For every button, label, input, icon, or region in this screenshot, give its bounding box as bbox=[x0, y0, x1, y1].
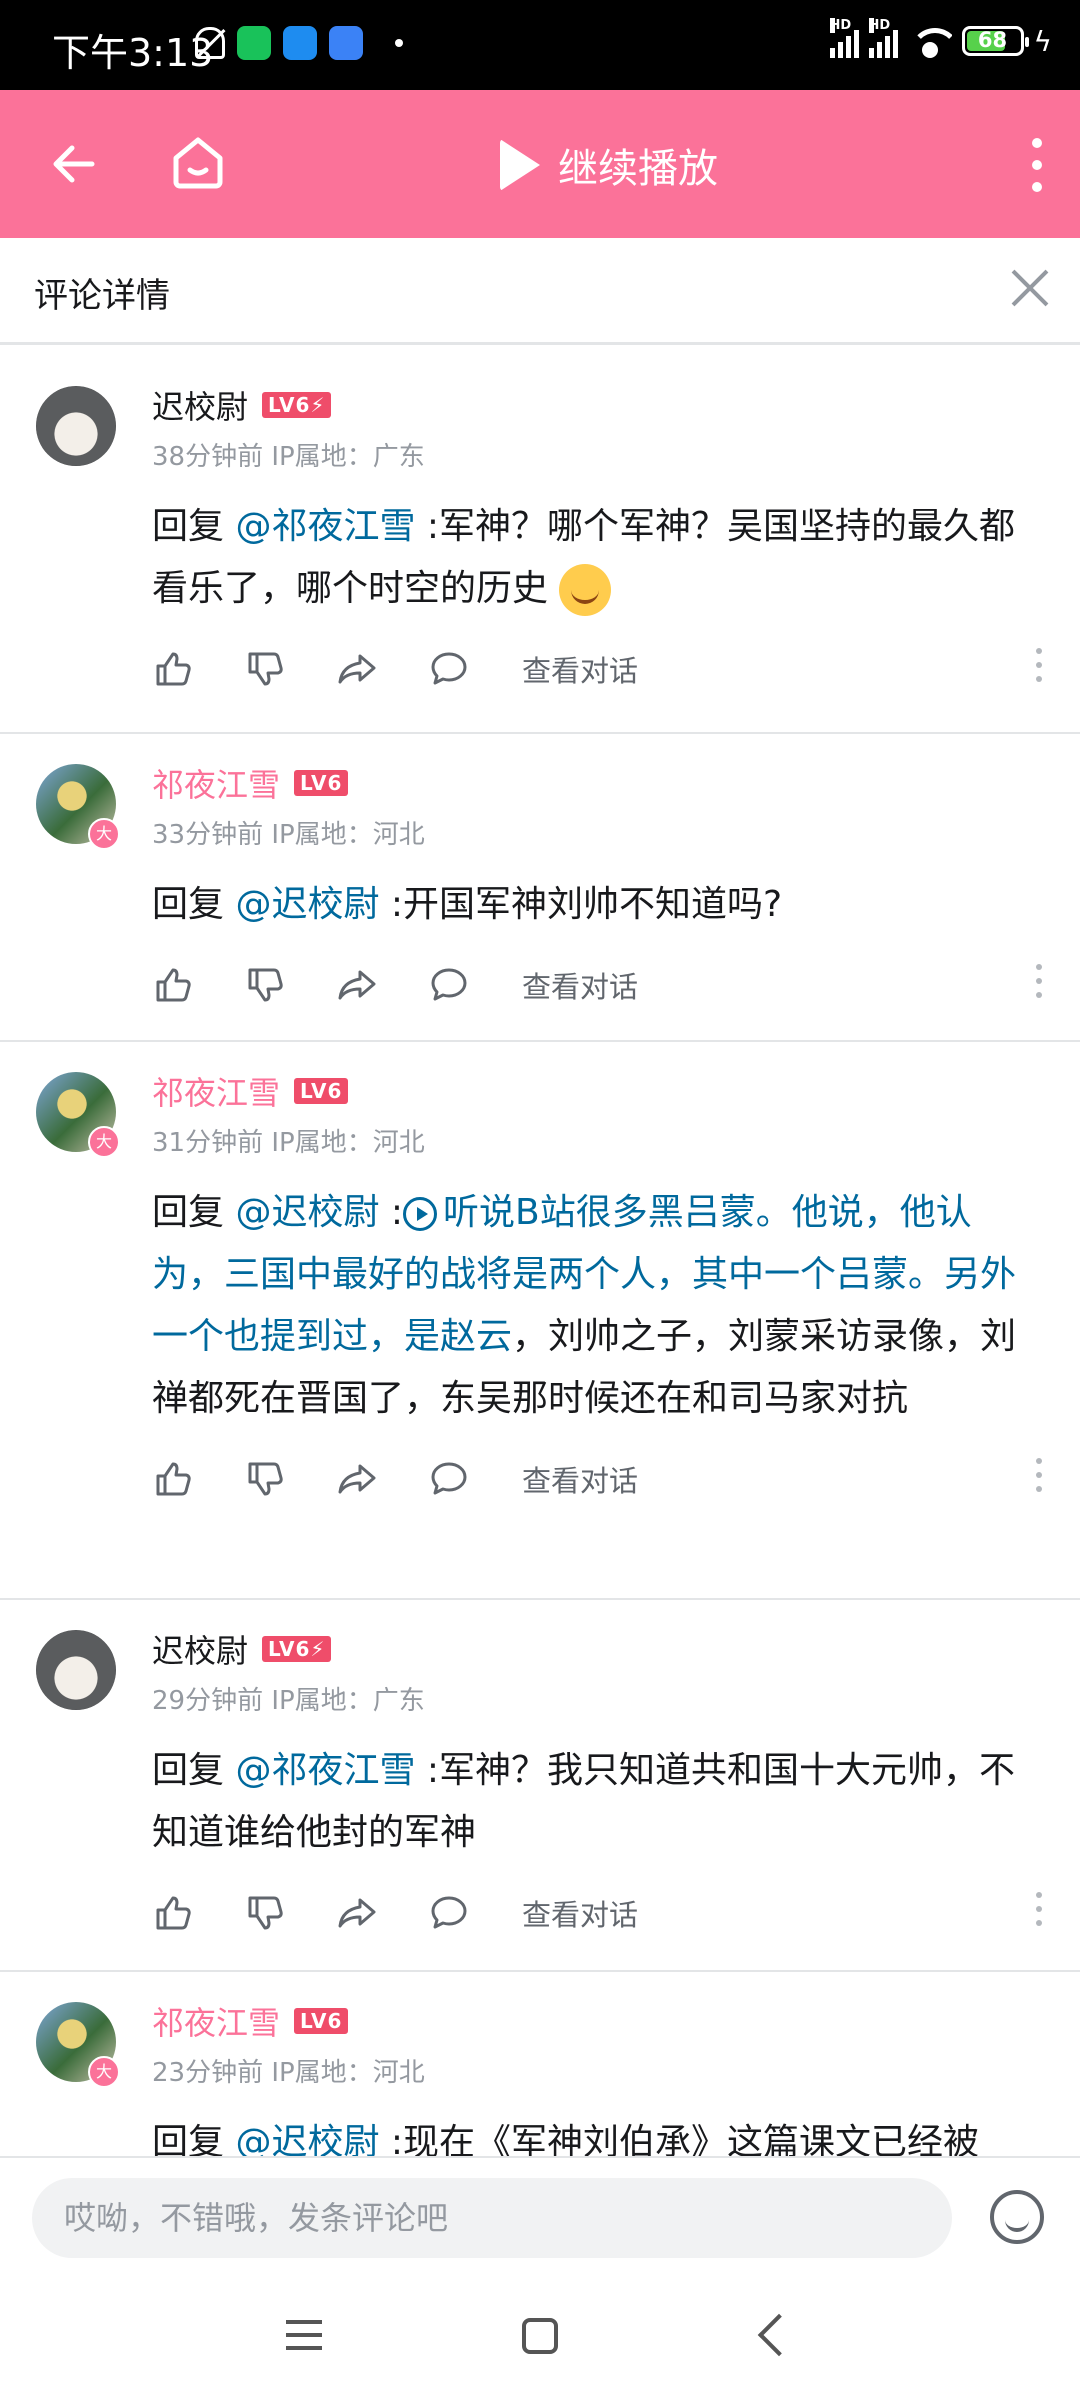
play-icon bbox=[500, 139, 540, 191]
comment-detail-bar: 评论详情 bbox=[0, 238, 1080, 345]
comment-more-icon[interactable] bbox=[1036, 1458, 1042, 1492]
comment-item: 迟校尉 LV6⚡ 29分钟前 IP属地：广东 回复 @祁夜江雪 :军神？我只知道共… bbox=[0, 1600, 1080, 1972]
status-time: 下午3:13 bbox=[52, 31, 214, 75]
continue-play-button[interactable]: 继续播放 bbox=[500, 136, 718, 194]
comment-more-icon[interactable] bbox=[1036, 648, 1042, 682]
comment-actions: 查看对话 bbox=[152, 1444, 1080, 1514]
more-notifications-dot-icon bbox=[395, 39, 403, 47]
comment-more-icon[interactable] bbox=[1036, 964, 1042, 998]
mention-link[interactable]: @迟校尉 bbox=[235, 2122, 379, 2156]
like-icon[interactable] bbox=[152, 964, 194, 1006]
comment-meta: 29分钟前 IP属地：广东 bbox=[152, 1686, 425, 1716]
comment-meta: 33分钟前 IP属地：河北 bbox=[152, 820, 425, 850]
home-nav-icon[interactable] bbox=[522, 2318, 558, 2354]
back-nav-icon[interactable] bbox=[757, 2313, 801, 2357]
username[interactable]: 迟校尉 LV6⚡ bbox=[152, 1626, 332, 1672]
level-badge: LV6 bbox=[294, 1078, 349, 1104]
continue-play-label: 继续播放 bbox=[558, 146, 718, 192]
mention-link[interactable]: @迟校尉 bbox=[235, 884, 379, 925]
username[interactable]: 祁夜江雪 LV6 bbox=[152, 1998, 349, 2044]
app-notification-icon bbox=[283, 26, 317, 60]
comment-more-icon[interactable] bbox=[1036, 1892, 1042, 1926]
avatar[interactable] bbox=[36, 386, 116, 466]
battery-icon: 68 bbox=[961, 26, 1029, 56]
share-icon[interactable] bbox=[336, 1892, 378, 1934]
like-icon[interactable] bbox=[152, 1458, 194, 1500]
signal-hd-1-icon: HD bbox=[829, 18, 859, 58]
view-dialog-link[interactable]: 查看对话 bbox=[522, 1458, 638, 1500]
level-badge: LV6 bbox=[294, 770, 349, 796]
level-badge: LV6⚡ bbox=[262, 1636, 332, 1662]
mention-link[interactable]: @祁夜江雪 bbox=[235, 506, 415, 547]
username[interactable]: 迟校尉 LV6⚡ bbox=[152, 382, 332, 428]
share-icon[interactable] bbox=[336, 964, 378, 1006]
emoji-icon[interactable] bbox=[990, 2190, 1044, 2244]
vip-badge: 大 bbox=[88, 2056, 120, 2088]
comment-actions: 查看对话 bbox=[152, 634, 1080, 704]
notification-icons bbox=[195, 26, 403, 60]
app-header: 继续播放 bbox=[0, 90, 1080, 238]
comment-meta: 23分钟前 IP属地：河北 bbox=[152, 2058, 425, 2088]
video-link-play-icon bbox=[403, 1197, 438, 1231]
system-nav-bar bbox=[0, 2276, 1080, 2400]
comment-item: 大 祁夜江雪 LV6 23分钟前 IP属地：河北 回复 @迟校尉 :现在《军神刘伯… bbox=[0, 1972, 1080, 2156]
laughing-emoji-icon bbox=[559, 564, 612, 616]
mute-bell-icon bbox=[195, 27, 225, 59]
recent-apps-icon[interactable] bbox=[286, 2320, 322, 2350]
username[interactable]: 祁夜江雪 LV6 bbox=[152, 1068, 349, 1114]
vip-badge: 大 bbox=[88, 1126, 120, 1158]
page-title: 评论详情 bbox=[34, 276, 170, 316]
wechat-icon bbox=[237, 26, 271, 60]
comment-item: 大 祁夜江雪 LV6 31分钟前 IP属地：河北 回复 @迟校尉 : 听说B站很多黑… bbox=[0, 1042, 1080, 1600]
home-icon[interactable] bbox=[168, 132, 228, 192]
reply-icon[interactable] bbox=[428, 1892, 470, 1934]
view-dialog-link[interactable]: 查看对话 bbox=[522, 648, 638, 690]
dislike-icon[interactable] bbox=[244, 1458, 286, 1500]
like-icon[interactable] bbox=[152, 1892, 194, 1934]
more-menu-icon[interactable] bbox=[1032, 138, 1044, 192]
comment-actions: 查看对话 bbox=[152, 950, 1080, 1020]
comment-item: 迟校尉 LV6⚡ 38分钟前 IP属地：广东 回复 @祁夜江雪 :军神？哪个军神？… bbox=[0, 356, 1080, 734]
username[interactable]: 祁夜江雪 LV6 bbox=[152, 760, 349, 806]
comment-meta: 38分钟前 IP属地：广东 bbox=[152, 442, 425, 472]
comment-input-bar: 哎呦，不错哦，发条评论吧 bbox=[0, 2156, 1080, 2278]
level-badge: LV6 bbox=[294, 2008, 349, 2034]
reply-icon[interactable] bbox=[428, 648, 470, 690]
share-icon[interactable] bbox=[336, 648, 378, 690]
comment-actions: 查看对话 bbox=[152, 1878, 1080, 1948]
dislike-icon[interactable] bbox=[244, 648, 286, 690]
comment-list[interactable]: 迟校尉 LV6⚡ 38分钟前 IP属地：广东 回复 @祁夜江雪 :军神？哪个军神？… bbox=[0, 356, 1080, 2156]
avatar[interactable] bbox=[36, 1630, 116, 1710]
level-badge: LV6⚡ bbox=[262, 392, 332, 418]
view-dialog-link[interactable]: 查看对话 bbox=[522, 964, 638, 1006]
comment-meta: 31分钟前 IP属地：河北 bbox=[152, 1128, 425, 1158]
comment-item: 大 祁夜江雪 LV6 33分钟前 IP属地：河北 回复 @迟校尉 :开国军神刘帅不… bbox=[0, 734, 1080, 1042]
charging-bolt-icon: ϟ bbox=[1033, 24, 1052, 58]
like-icon[interactable] bbox=[152, 648, 194, 690]
comment-input[interactable]: 哎呦，不错哦，发条评论吧 bbox=[32, 2178, 952, 2258]
mail-app-icon bbox=[329, 26, 363, 60]
battery-percent: 68 bbox=[977, 28, 1008, 52]
view-dialog-link[interactable]: 查看对话 bbox=[522, 1892, 638, 1934]
reply-icon[interactable] bbox=[428, 1458, 470, 1500]
status-bar: 下午3:13 HD HD 68 ϟ bbox=[0, 0, 1080, 90]
wifi-icon bbox=[908, 24, 952, 58]
dislike-icon[interactable] bbox=[244, 964, 286, 1006]
signal-hd-2-icon: HD bbox=[868, 18, 898, 58]
share-icon[interactable] bbox=[336, 1458, 378, 1500]
back-arrow-icon[interactable] bbox=[50, 140, 98, 188]
reply-icon[interactable] bbox=[428, 964, 470, 1006]
close-icon[interactable] bbox=[1004, 262, 1056, 314]
vip-badge: 大 bbox=[88, 818, 120, 850]
dislike-icon[interactable] bbox=[244, 1892, 286, 1934]
mention-link[interactable]: @祁夜江雪 bbox=[235, 1750, 415, 1791]
mention-link[interactable]: @迟校尉 bbox=[235, 1192, 379, 1233]
